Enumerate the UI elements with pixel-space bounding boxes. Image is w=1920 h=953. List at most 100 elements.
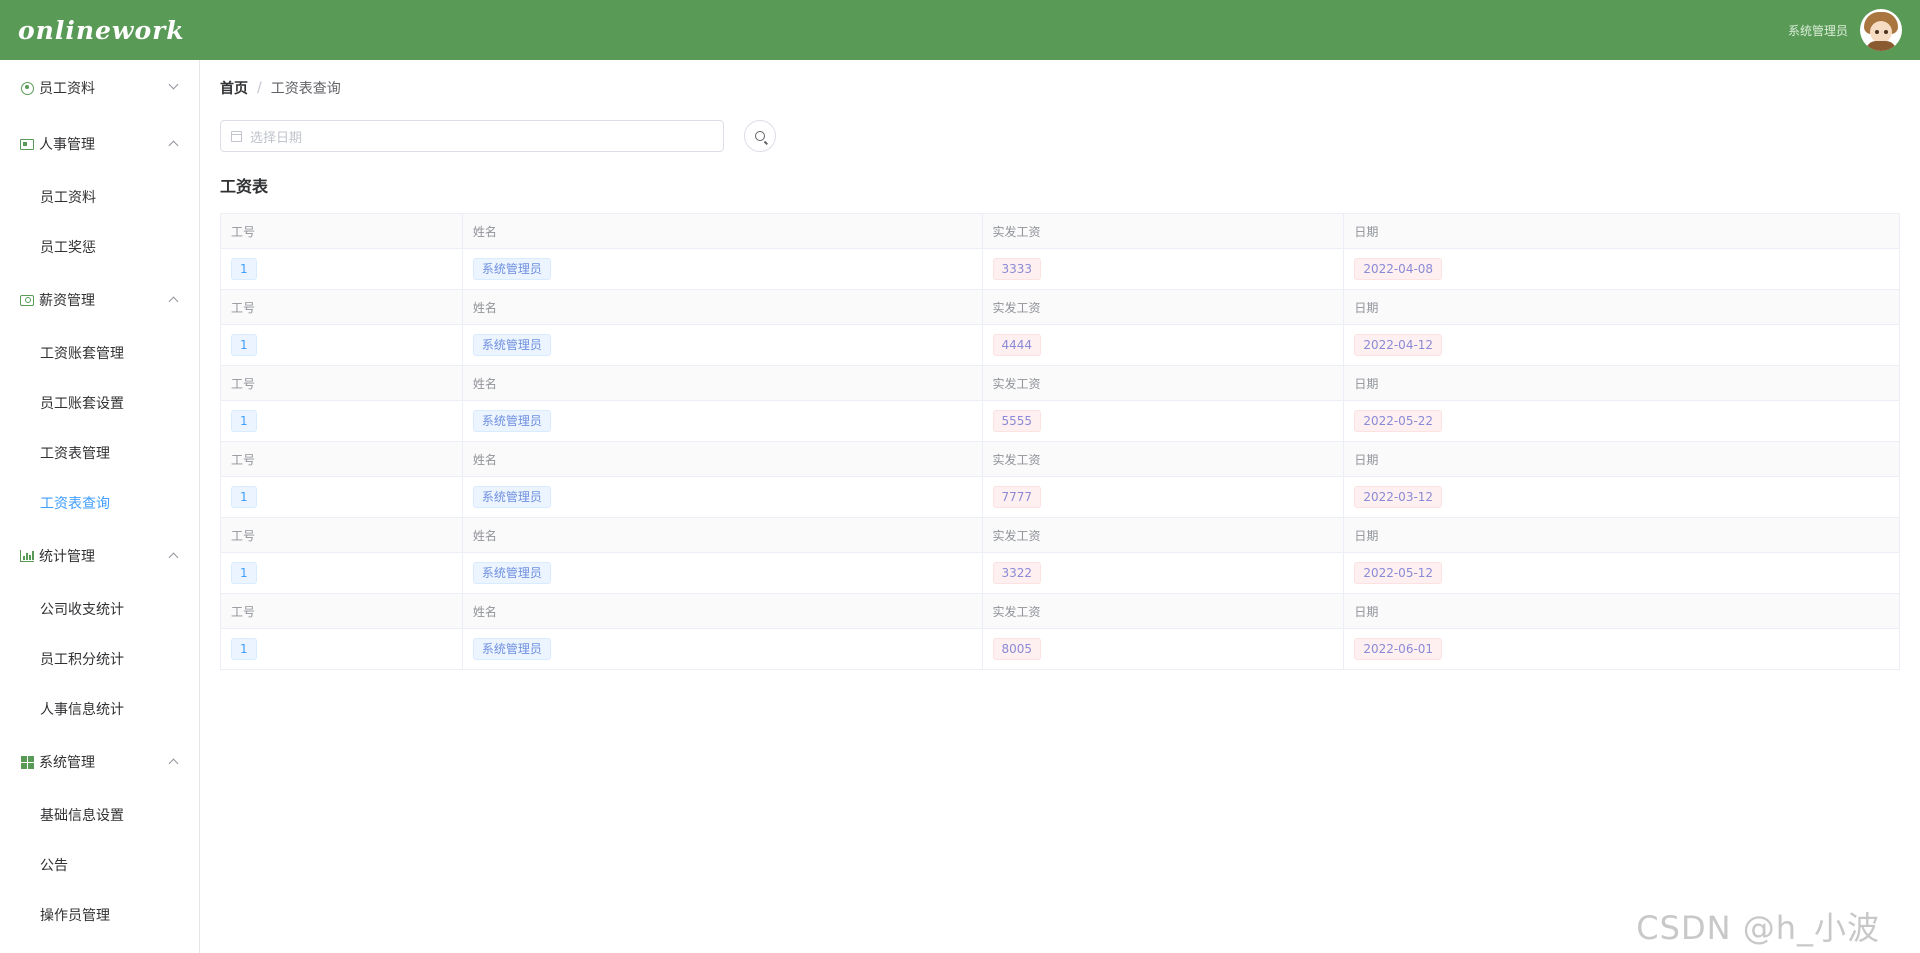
table-header-cell: 实发工资	[981, 289, 1345, 325]
menu-group-statistics[interactable]: 统计管理	[0, 528, 199, 584]
table-row: 1 系统管理员 5555 2022-05-22	[220, 400, 1900, 442]
table-header-cell: 姓名	[461, 365, 983, 401]
sidebar-item-announcement[interactable]: 公告	[0, 840, 199, 890]
avatar-body	[1866, 41, 1896, 51]
date-tag: 2022-06-01	[1354, 638, 1443, 660]
sidebar-item-employee-info[interactable]: 员工资料	[0, 172, 199, 222]
salary-tag: 3333	[992, 258, 1042, 280]
employee-id-tag: 1	[231, 486, 257, 508]
date-tag: 2022-05-22	[1354, 410, 1443, 432]
chevron-up-icon	[168, 552, 179, 563]
table-header-cell: 工号	[220, 517, 463, 553]
table-header-row: 工号 姓名 实发工资 日期	[220, 213, 1900, 249]
employee-name-tag: 系统管理员	[472, 334, 551, 356]
menu-group-system[interactable]: 系统管理	[0, 734, 199, 790]
sidebar-item-personnel-info-stats[interactable]: 人事信息统计	[0, 684, 199, 734]
table-cell: 2022-05-12	[1343, 552, 1900, 594]
windows-icon	[20, 755, 34, 769]
breadcrumb-separator: /	[257, 80, 262, 96]
table-row: 1 系统管理员 3333 2022-04-08	[220, 248, 1900, 290]
menu-group-label: 薪资管理	[39, 293, 95, 309]
user-name[interactable]: 系统管理员	[1788, 22, 1848, 39]
table-header-cell: 姓名	[461, 289, 983, 325]
table-header-row: 工号 姓名 实发工资 日期	[220, 289, 1900, 325]
chevron-up-icon	[168, 296, 179, 307]
menu-group-employee-info[interactable]: 员工资料	[0, 60, 199, 116]
employee-name-tag: 系统管理员	[472, 258, 551, 280]
table-cell: 3333	[981, 248, 1345, 290]
table-header-cell: 日期	[1343, 213, 1900, 249]
table-header-cell: 实发工资	[981, 441, 1345, 477]
table-cell: 8005	[981, 628, 1345, 670]
table-header-row: 工号 姓名 实发工资 日期	[220, 441, 1900, 477]
table-header-row: 工号 姓名 实发工资 日期	[220, 593, 1900, 629]
sidebar-item-basic-info-settings[interactable]: 基础信息设置	[0, 790, 199, 840]
employee-name-tag: 系统管理员	[472, 486, 551, 508]
date-picker-input[interactable]: 选择日期	[220, 120, 724, 152]
table-cell: 2022-04-12	[1343, 324, 1900, 366]
date-tag: 2022-03-12	[1354, 486, 1443, 508]
salary-tag: 4444	[992, 334, 1042, 356]
table-cell: 系统管理员	[461, 324, 983, 366]
sidebar-item-payroll-query[interactable]: 工资表查询	[0, 478, 199, 528]
sidebar-item-company-finance-stats[interactable]: 公司收支统计	[0, 584, 199, 634]
table-cell: 1	[220, 552, 463, 594]
table-header-cell: 姓名	[461, 213, 983, 249]
table-cell: 2022-06-01	[1343, 628, 1900, 670]
avatar-face	[1870, 21, 1892, 43]
employee-name-tag: 系统管理员	[472, 410, 551, 432]
table-header-cell: 工号	[220, 289, 463, 325]
sidebar-item-rewards-penalties[interactable]: 员工奖惩	[0, 222, 199, 272]
search-button[interactable]	[744, 120, 776, 152]
chevron-up-icon	[168, 758, 179, 769]
sidebar-item-operator-management[interactable]: 操作员管理	[0, 890, 199, 940]
table-cell: 系统管理员	[461, 400, 983, 442]
avatar-eye	[1875, 30, 1879, 34]
user-circle-icon	[20, 81, 34, 95]
table-cell: 1	[220, 324, 463, 366]
sidebar-item-payroll-management[interactable]: 工资表管理	[0, 428, 199, 478]
table-header-cell: 日期	[1343, 365, 1900, 401]
table-header-cell: 日期	[1343, 593, 1900, 629]
sidebar-item-salary-set-management[interactable]: 工资账套管理	[0, 328, 199, 378]
breadcrumb-current: 工资表查询	[270, 81, 341, 97]
table-cell: 系统管理员	[461, 248, 983, 290]
employee-id-tag: 1	[231, 562, 257, 584]
salary-table: 工号 姓名 实发工资 日期 1 系统管理员 3333 2022-04-08 工号 姓名 实发工资 日期…	[220, 213, 1900, 670]
salary-tag: 3322	[992, 562, 1042, 584]
app-logo[interactable]: onlinework	[18, 16, 185, 45]
menu-group-personnel[interactable]: 人事管理	[0, 116, 199, 172]
table-cell: 1	[220, 628, 463, 670]
table-header-cell: 实发工资	[981, 213, 1345, 249]
breadcrumb-home[interactable]: 首页	[220, 78, 248, 98]
sidebar-item-employee-salary-set[interactable]: 员工账套设置	[0, 378, 199, 428]
table-cell: 1	[220, 400, 463, 442]
table-header-cell: 工号	[220, 593, 463, 629]
table-cell: 2022-04-08	[1343, 248, 1900, 290]
table-header-cell: 姓名	[461, 593, 983, 629]
menu-group-label: 人事管理	[39, 137, 95, 153]
table-cell: 5555	[981, 400, 1345, 442]
date-tag: 2022-04-12	[1354, 334, 1443, 356]
chevron-down-icon	[168, 79, 179, 90]
menu-group-label: 统计管理	[39, 549, 95, 565]
employee-name-tag: 系统管理员	[472, 562, 551, 584]
table-cell: 2022-05-22	[1343, 400, 1900, 442]
table-header-row: 工号 姓名 实发工资 日期	[220, 517, 1900, 553]
employee-id-tag: 1	[231, 638, 257, 660]
user-area[interactable]: 系统管理员	[1788, 9, 1902, 51]
table-cell: 系统管理员	[461, 476, 983, 518]
table-header-cell: 实发工资	[981, 593, 1345, 629]
menu-group-label: 员工资料	[39, 81, 95, 97]
breadcrumb: 首页 / 工资表查询	[220, 78, 341, 98]
avatar[interactable]	[1860, 9, 1902, 51]
table-cell: 7777	[981, 476, 1345, 518]
table-header-cell: 实发工资	[981, 517, 1345, 553]
table-row: 1 系统管理员 4444 2022-04-12	[220, 324, 1900, 366]
employee-name-tag: 系统管理员	[472, 638, 551, 660]
table-cell: 3322	[981, 552, 1345, 594]
menu-group-salary[interactable]: 薪资管理	[0, 272, 199, 328]
table-header-cell: 工号	[220, 213, 463, 249]
sidebar-item-employee-points-stats[interactable]: 员工积分统计	[0, 634, 199, 684]
table-header-cell: 工号	[220, 365, 463, 401]
